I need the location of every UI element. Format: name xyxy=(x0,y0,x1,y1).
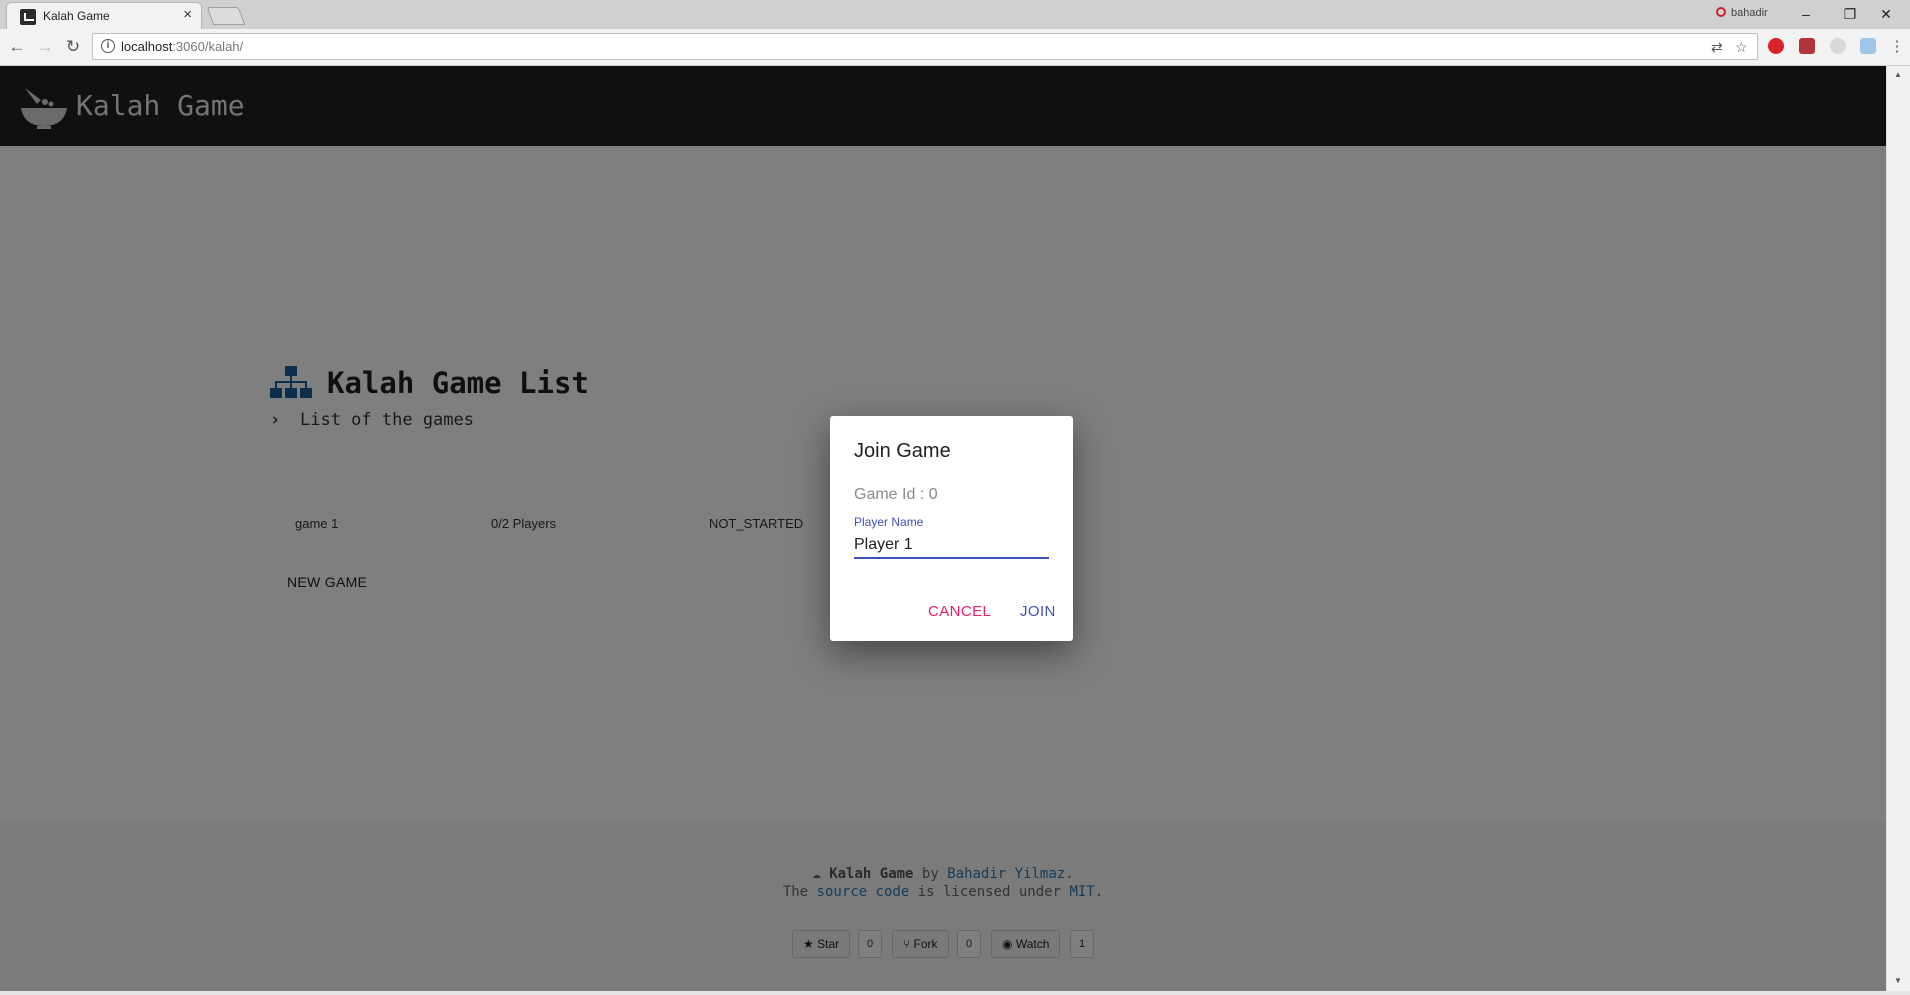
translate-icon[interactable]: ⇄ xyxy=(1711,39,1723,56)
bookmark-star-icon[interactable]: ☆ xyxy=(1735,39,1748,56)
player-name-input[interactable] xyxy=(854,533,1049,559)
forward-icon[interactable]: → xyxy=(34,36,56,58)
scroll-up-icon[interactable]: ▲ xyxy=(1894,70,1902,79)
site-info-icon[interactable]: i xyxy=(101,39,115,53)
tab-title: Kalah Game xyxy=(43,9,110,23)
address-bar[interactable]: i localhost:3060/kalah/ ⇄ ☆ xyxy=(92,33,1758,60)
profile-name: bahadir xyxy=(1731,7,1768,19)
window-minimize-button[interactable]: – xyxy=(1786,3,1826,25)
dialog-game-id: Game Id : 0 xyxy=(854,486,938,503)
page-scrollbar[interactable]: ▲ ▼ xyxy=(1886,66,1910,991)
profile-button[interactable]: bahadir xyxy=(1716,7,1768,19)
join-button[interactable]: JOIN xyxy=(1020,603,1056,620)
window-bottom-edge xyxy=(0,991,1910,995)
browser-tabstrip: Kalah Game × bahadir – ❐ ✕ xyxy=(0,0,1910,29)
window-close-button[interactable]: ✕ xyxy=(1866,3,1906,25)
page: Kalah Game Kalah Game List ›List of the … xyxy=(0,66,1886,991)
join-game-dialog: Join Game Game Id : 0 Player Name CANCEL… xyxy=(830,416,1073,641)
profile-icon xyxy=(1716,7,1726,17)
url-text: localhost:3060/kalah/ xyxy=(121,39,244,54)
window-restore-button[interactable]: ❐ xyxy=(1830,3,1870,25)
extension-banner-icon[interactable] xyxy=(1799,38,1815,54)
browser-toolbar: ← → ↻ i localhost:3060/kalah/ ⇄ ☆ ⋮ xyxy=(0,29,1910,66)
browser-tab[interactable]: Kalah Game × xyxy=(6,2,202,29)
tab-favicon-icon xyxy=(20,9,36,25)
scroll-down-icon[interactable]: ▼ xyxy=(1894,976,1902,985)
player-name-label: Player Name xyxy=(854,515,924,529)
reload-icon[interactable]: ↻ xyxy=(62,36,84,58)
dialog-title: Join Game xyxy=(854,440,951,462)
new-tab-button[interactable] xyxy=(206,7,246,25)
tab-close-icon[interactable]: × xyxy=(183,7,192,23)
extension-red-icon[interactable] xyxy=(1768,38,1784,54)
browser-menu-icon[interactable]: ⋮ xyxy=(1886,36,1908,58)
extension-blue-icon[interactable] xyxy=(1860,38,1876,54)
back-icon[interactable]: ← xyxy=(6,36,28,58)
cancel-button[interactable]: CANCEL xyxy=(928,603,991,620)
extension-gray-icon[interactable] xyxy=(1830,38,1846,54)
